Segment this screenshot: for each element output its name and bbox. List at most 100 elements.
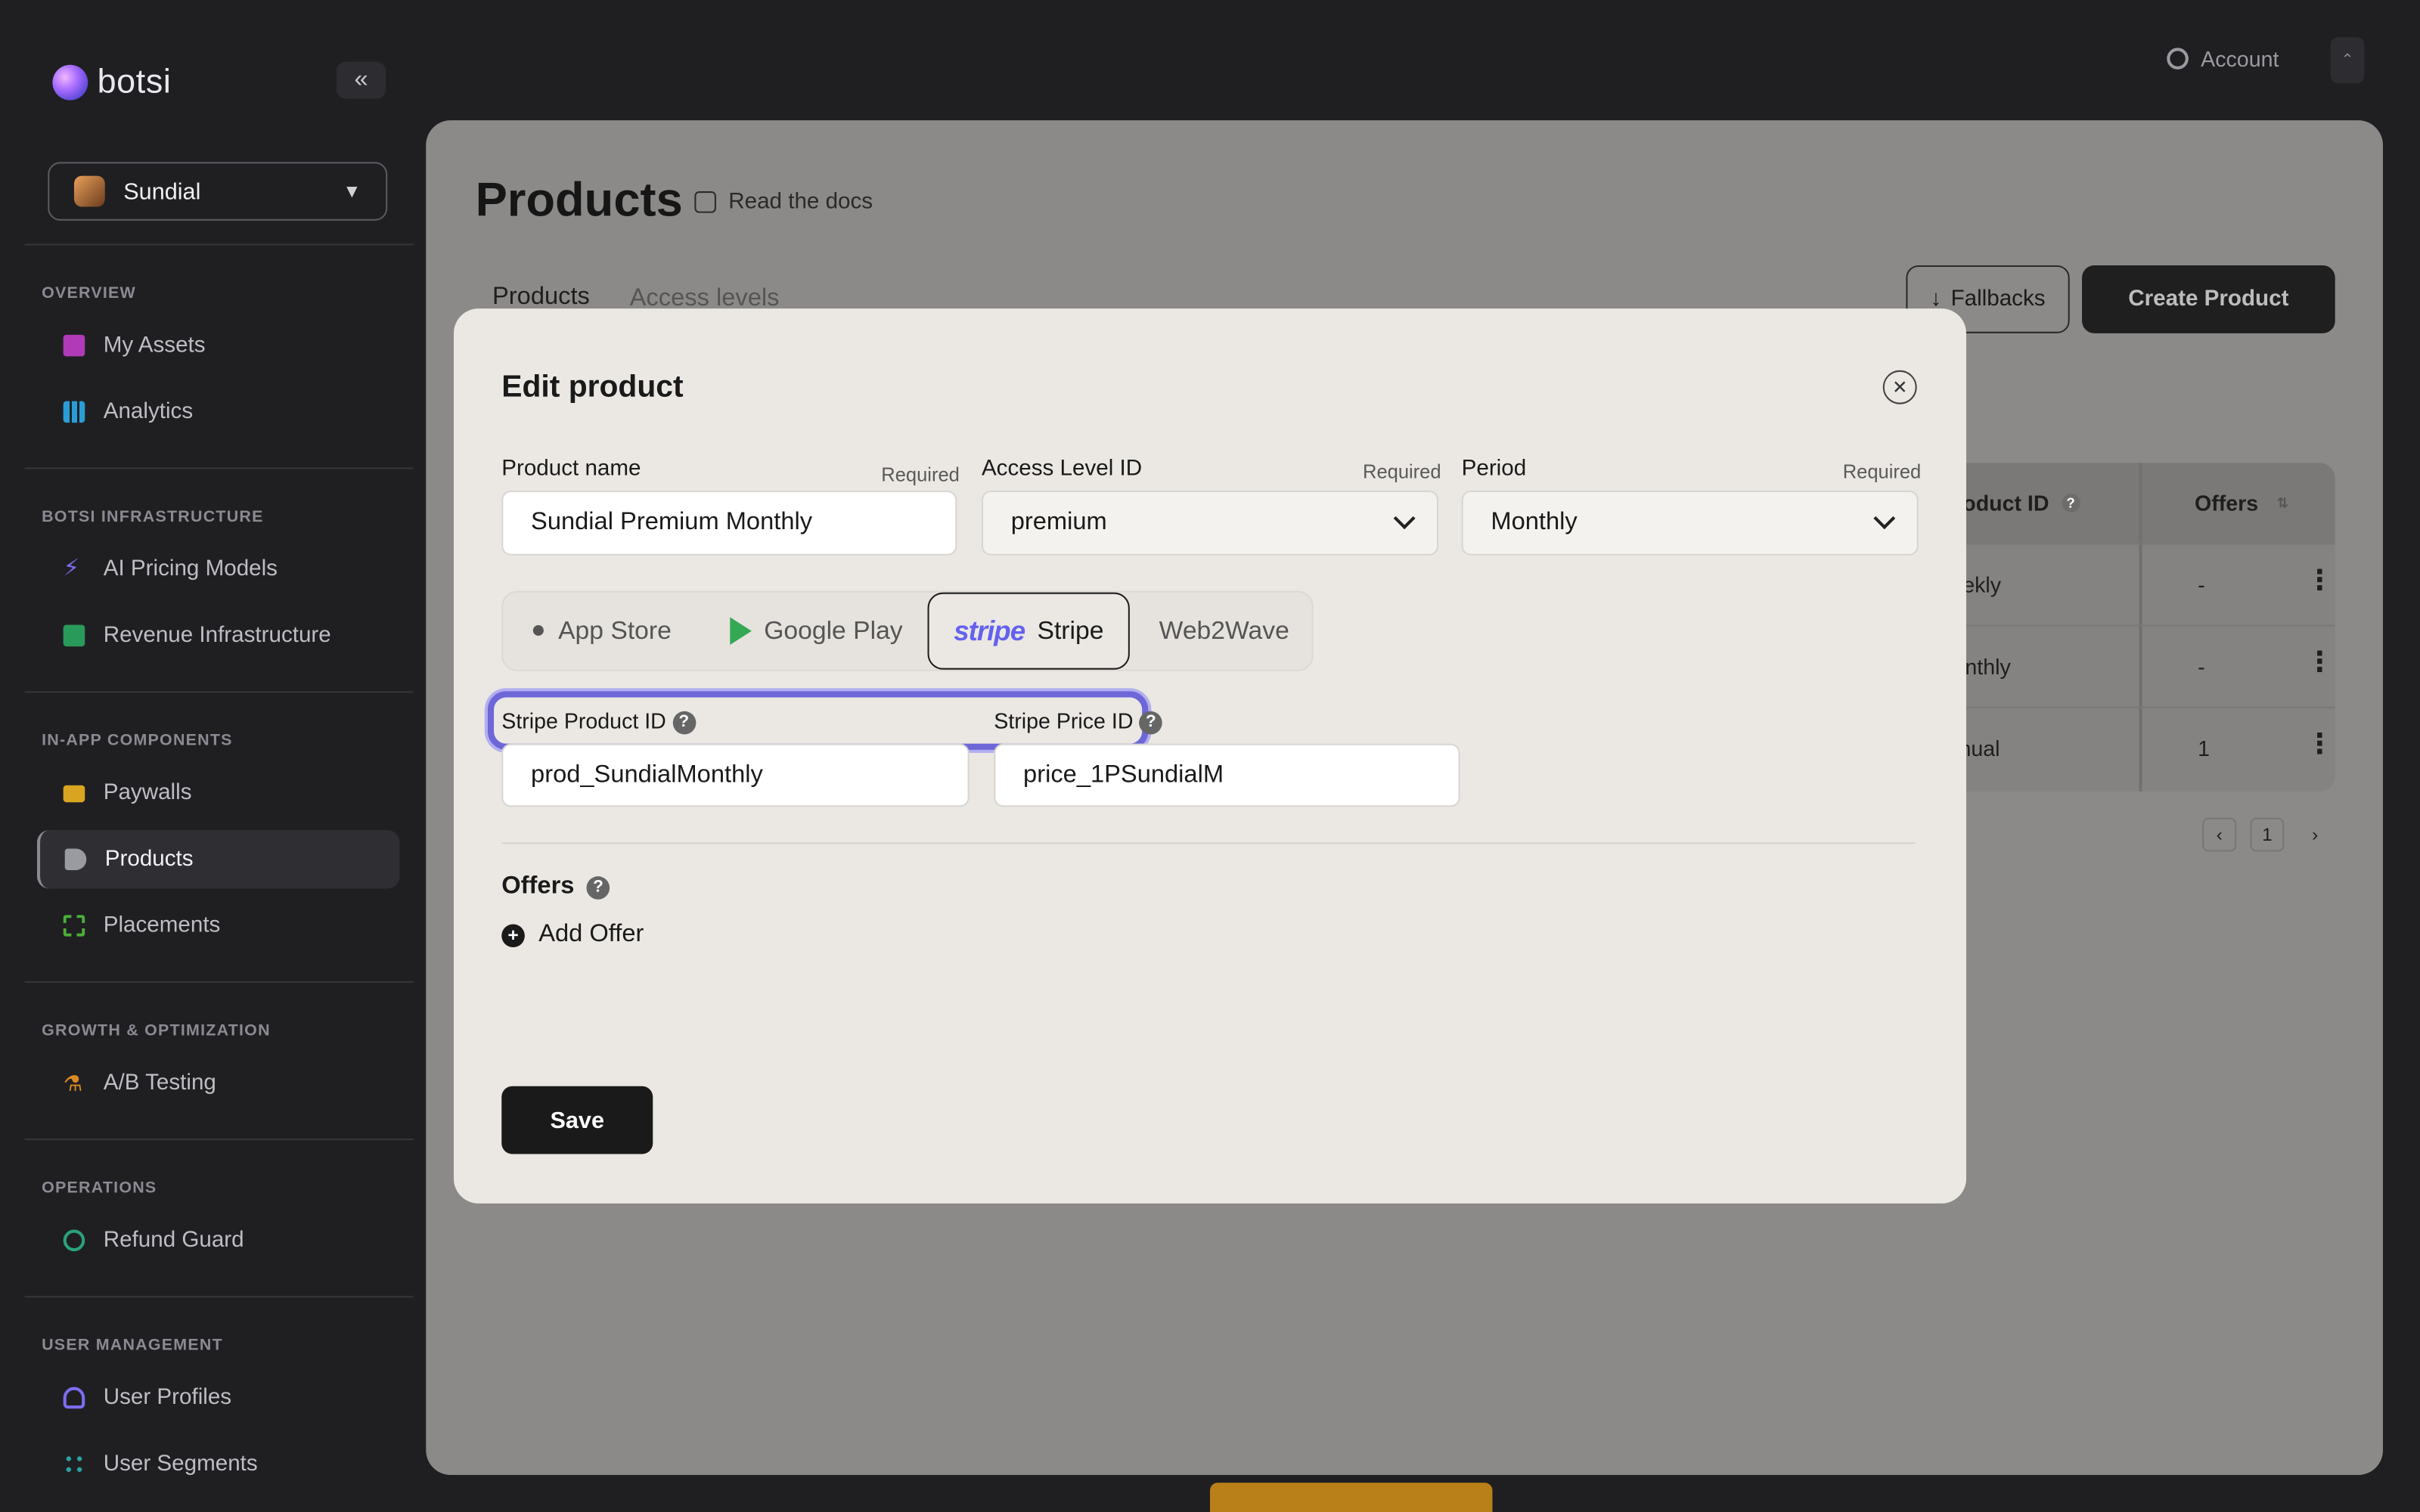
- tab-google-play[interactable]: Google Play: [730, 593, 903, 670]
- apple-icon: ●: [531, 617, 546, 644]
- edit-product-modal: Edit product ✕ Product name Required Sun…: [453, 308, 1966, 1204]
- divider: [24, 1139, 414, 1141]
- sidebar-item-user-profiles[interactable]: User Profiles: [37, 1368, 400, 1427]
- section-label-user-management: USER MANAGEMENT: [42, 1336, 223, 1355]
- assets-icon: [63, 334, 85, 357]
- gear-icon: [2167, 48, 2189, 70]
- product-name-label: Product name: [501, 457, 641, 482]
- access-level-select[interactable]: premium: [981, 490, 1439, 556]
- chevron-up-down-icon: ⌃: [2341, 51, 2354, 69]
- sidebar-item-label: User Segments: [103, 1452, 258, 1477]
- products-table: e product ID ? Offers ⇅ _weekly - ⋮ _mon…: [1922, 463, 2335, 792]
- lightning-icon: ⚡: [63, 555, 80, 582]
- row-menu-icon[interactable]: ⋮: [2306, 646, 2334, 679]
- product-name-input[interactable]: Sundial Premium Monthly: [501, 490, 957, 556]
- org-avatar: [73, 175, 105, 207]
- save-button[interactable]: Save: [501, 1086, 653, 1154]
- account-label: Account: [2201, 46, 2279, 71]
- required-label: Required: [1842, 461, 1922, 483]
- divider: [24, 1296, 414, 1298]
- tab-app-store[interactable]: ● App Store: [531, 593, 672, 670]
- stripe-price-id-input[interactable]: price_1PSundialM: [994, 743, 1460, 807]
- section-label-infrastructure: BOTSI INFRASTRUCTURE: [42, 507, 264, 526]
- sidebar-item-my-assets[interactable]: My Assets: [37, 316, 400, 375]
- divider: [24, 243, 414, 246]
- section-label-operations: OPERATIONS: [42, 1179, 157, 1198]
- sidebar-item-label: Placements: [103, 913, 221, 938]
- sidebar-item-products[interactable]: Products: [36, 829, 400, 889]
- prev-page-button[interactable]: ‹: [2202, 817, 2237, 852]
- collapse-sidebar-button[interactable]: «: [336, 61, 386, 99]
- brand-name: botsi: [97, 61, 172, 101]
- sidebar-item-paywalls[interactable]: Paywalls: [37, 764, 400, 823]
- chevron-down-icon: [1873, 507, 1896, 530]
- help-icon[interactable]: ?: [1139, 711, 1163, 735]
- tab-web2wave[interactable]: Web2Wave: [1159, 593, 1289, 670]
- segments-icon: [63, 1453, 85, 1476]
- modal-title: Edit product: [501, 370, 684, 404]
- brand-logo[interactable]: botsi: [52, 62, 171, 102]
- table-cell-offers: 1: [2198, 736, 2211, 761]
- stripe-product-id-input[interactable]: prod_SundialMonthly: [501, 743, 970, 807]
- org-name: Sundial: [123, 178, 201, 205]
- sidebar-item-label: AI Pricing Models: [103, 556, 278, 582]
- chevron-right-icon: ›: [2312, 823, 2319, 846]
- tag-icon: [64, 848, 87, 871]
- next-page-button[interactable]: ›: [2298, 818, 2332, 852]
- sidebar-item-label: User Profiles: [103, 1385, 232, 1411]
- help-icon[interactable]: ?: [672, 711, 696, 735]
- placement-icon: [63, 915, 85, 937]
- period-select[interactable]: Monthly: [1461, 490, 1919, 556]
- chevron-down-icon: ▼: [343, 180, 361, 203]
- expand-button[interactable]: ⌃: [2330, 36, 2365, 84]
- row-menu-icon[interactable]: ⋮: [2306, 565, 2334, 597]
- user-icon: [63, 1387, 85, 1409]
- help-icon: ?: [2061, 494, 2080, 513]
- plus-circle-icon: +: [501, 923, 525, 947]
- divider: [24, 691, 414, 693]
- table-cell-offers: -: [2198, 572, 2205, 597]
- close-button[interactable]: ✕: [1882, 370, 1917, 404]
- required-label: Required: [881, 464, 960, 486]
- access-level-label: Access Level ID: [981, 457, 1143, 482]
- section-label-in-app: IN-APP COMPONENTS: [42, 731, 233, 750]
- sidebar-item-label: Analytics: [103, 399, 194, 425]
- read-docs-link[interactable]: Read the docs: [694, 190, 873, 215]
- sidebar-item-revenue-infrastructure[interactable]: Revenue Infrastructure: [37, 606, 400, 665]
- sidebar-item-placements[interactable]: Placements: [37, 897, 400, 956]
- bottom-banner[interactable]: [1209, 1483, 1493, 1512]
- divider: [501, 842, 1916, 844]
- bar-chart-icon: [63, 401, 85, 423]
- row-menu-icon[interactable]: ⋮: [2306, 728, 2334, 761]
- sidebar-item-ai-pricing-models[interactable]: ⚡ AI Pricing Models: [37, 540, 400, 599]
- stripe-price-id-label: Stripe Price ID?: [994, 708, 1163, 735]
- sidebar-item-refund-guard[interactable]: Refund Guard: [37, 1211, 400, 1270]
- flask-icon: ⚗: [63, 1070, 83, 1095]
- table-header-offers[interactable]: Offers ⇅: [2142, 463, 2335, 544]
- sidebar-item-ab-testing[interactable]: ⚗ A/B Testing: [37, 1054, 400, 1113]
- chevron-down-icon: [1393, 507, 1416, 530]
- section-label-growth: GROWTH & OPTIMIZATION: [42, 1021, 271, 1040]
- help-icon[interactable]: ?: [586, 875, 610, 899]
- tab-products[interactable]: Products: [492, 284, 590, 312]
- account-button[interactable]: Account: [2167, 46, 2279, 71]
- revenue-icon: [63, 624, 85, 647]
- page-number[interactable]: 1: [2250, 817, 2285, 852]
- external-link-icon: [694, 191, 716, 213]
- row-divider: [1922, 706, 2335, 708]
- sidebar-item-label: Products: [104, 847, 194, 872]
- card-icon: [63, 784, 85, 802]
- stripe-logo-icon: stripe: [954, 615, 1025, 646]
- sidebar-item-user-segments[interactable]: User Segments: [37, 1435, 400, 1494]
- close-icon: ✕: [1891, 376, 1908, 398]
- fallbacks-label: Fallbacks: [1950, 287, 2046, 312]
- tab-stripe[interactable]: stripe Stripe: [927, 592, 1131, 670]
- org-selector[interactable]: Sundial ▼: [48, 162, 388, 221]
- create-product-button[interactable]: Create Product: [2082, 265, 2335, 333]
- double-chevron-left-icon: «: [354, 66, 368, 93]
- add-offer-button[interactable]: + Add Offer: [501, 921, 644, 949]
- google-play-icon: [730, 617, 752, 646]
- column-divider: [2139, 463, 2142, 792]
- period-label: Period: [1461, 457, 1527, 482]
- sidebar-item-analytics[interactable]: Analytics: [37, 383, 400, 442]
